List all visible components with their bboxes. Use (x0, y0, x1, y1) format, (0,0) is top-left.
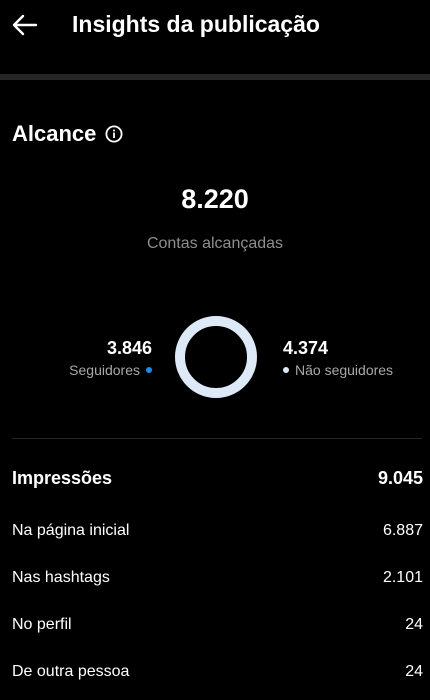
donut-non-followers-arc (175, 316, 257, 398)
divider (12, 438, 422, 439)
impressions-row-home: Na página inicial 6.887 (12, 519, 423, 543)
impressions-row-other: De outra pessoa 24 (12, 660, 423, 684)
impression-source-value: 6.887 (382, 522, 423, 539)
non-followers-label: Não seguidores (295, 362, 394, 378)
non-followers-legend-dot (283, 367, 289, 373)
reach-section-header: Alcance (12, 119, 123, 149)
accounts-reached-value: 8.220 (181, 184, 249, 214)
impression-source-value: 24 (405, 663, 423, 680)
followers-label-row: Seguidores (69, 360, 152, 380)
impression-source-label: Nas hashtags (12, 569, 110, 586)
impression-source-label: De outra pessoa (12, 663, 130, 680)
reach-donut-chart (175, 316, 257, 398)
section-divider (0, 74, 430, 80)
followers-value: 3.846 (106, 338, 152, 358)
back-button[interactable] (10, 10, 40, 40)
impression-source-value: 2.101 (382, 569, 423, 586)
impressions-row-hashtags: Nas hashtags 2.101 (12, 566, 423, 590)
header: Insights da publicação (0, 0, 430, 50)
non-followers-stat: 4.374 Não seguidores (283, 336, 393, 380)
followers-label: Seguidores (69, 362, 140, 378)
impression-source-label: Na página inicial (12, 522, 130, 539)
reach-title: Alcance (12, 121, 97, 146)
impressions-row-profile: No perfil 24 (12, 613, 423, 637)
followers-legend-dot (146, 367, 152, 373)
impression-source-value: 24 (405, 616, 423, 633)
accounts-reached-caption: Contas alcançadas (146, 235, 284, 252)
impressions-total-row: Impressões 9.045 (12, 464, 423, 492)
impression-source-label: No perfil (12, 616, 72, 633)
arrow-left-icon (12, 14, 38, 36)
impressions-label: Impressões (12, 467, 113, 488)
non-followers-value: 4.374 (283, 338, 329, 358)
followers-stat: 3.846 Seguidores (69, 336, 152, 380)
info-icon[interactable] (105, 125, 123, 143)
non-followers-label-row: Não seguidores (283, 360, 393, 380)
page-title: Insights da publicação (72, 11, 320, 37)
impressions-total: 9.045 (377, 467, 423, 488)
